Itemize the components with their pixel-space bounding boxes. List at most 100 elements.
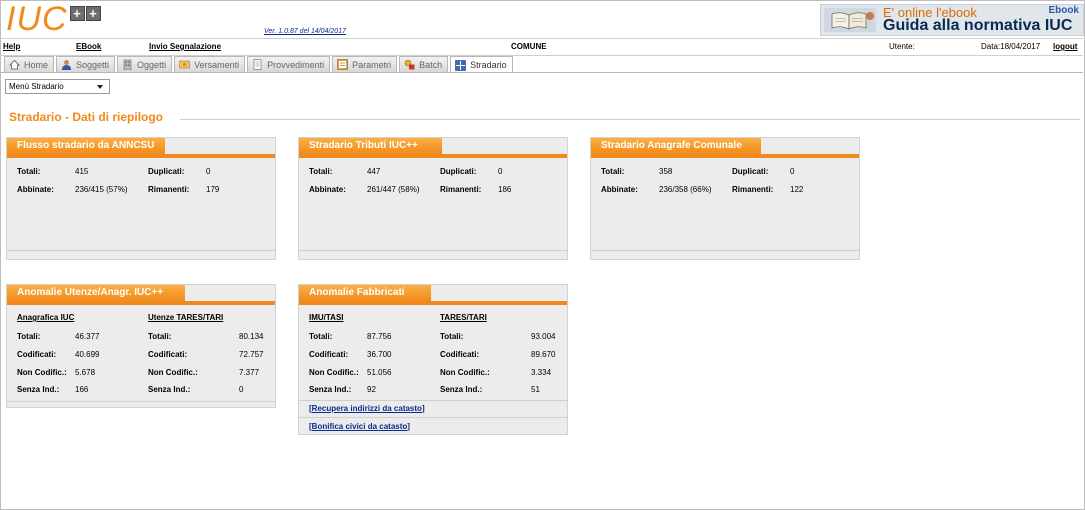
rimanenti-label: Rimanenti:	[148, 185, 190, 194]
tab-versamenti[interactable]: Versamenti	[174, 56, 246, 72]
ebook-banner[interactable]: E' online l'ebook Guida alla normativa I…	[820, 4, 1084, 36]
utente-label: Utente:	[889, 42, 915, 51]
row-label: Totali:	[17, 332, 41, 341]
ebook-banner-tag: Ebook	[1048, 5, 1079, 16]
map-icon	[455, 59, 466, 71]
panel-title: Stradario Anagrafe Comunale	[601, 140, 742, 151]
panel-footer-line	[7, 401, 275, 402]
tab-soggetti[interactable]: Soggetti	[56, 56, 116, 72]
top-menubar: Help EBook Invio Segnalazione COMUNE Ute…	[0, 38, 1083, 56]
tab-label: Provvedimenti	[267, 59, 325, 70]
panel-footer-line	[7, 250, 275, 251]
tab-label: Versamenti	[194, 59, 240, 70]
row-value: 36.700	[367, 350, 392, 359]
recupera-indirizzi-button[interactable]: [Recupera indirizzi da catasto]	[309, 404, 425, 413]
row-label: Codificati:	[440, 350, 480, 359]
tab-label: Batch	[419, 59, 443, 70]
duplicati-label: Duplicati:	[732, 167, 769, 176]
duplicati-value: 0	[498, 167, 503, 176]
column-header: IMU/TASI	[309, 313, 344, 322]
totali-label: Totali:	[17, 167, 41, 176]
row-label: Senza Ind.:	[309, 385, 352, 394]
main-tabs: Home Soggetti Oggetti Versamenti Provved…	[4, 56, 515, 73]
user-icon	[62, 60, 72, 70]
batch-icon	[404, 59, 415, 70]
row-value: 92	[367, 385, 376, 394]
invio-segnalazione-link[interactable]: Invio Segnalazione	[149, 42, 221, 51]
help-link[interactable]: Help	[3, 42, 20, 51]
totali-value: 415	[75, 167, 89, 176]
date-label: Data:18/04/2017	[981, 42, 1041, 51]
row-label: Non Codific.:	[17, 368, 67, 377]
row-label: Codificati:	[148, 350, 188, 359]
row-label: Senza Ind.:	[148, 385, 191, 394]
row-value: 166	[75, 385, 89, 394]
divider	[299, 417, 567, 418]
row-label: Senza Ind.:	[440, 385, 483, 394]
version-link[interactable]: Ver. 1.0.87 del 14/04/2017	[264, 28, 346, 35]
settings-icon	[337, 59, 348, 70]
panel-footer-line	[299, 250, 567, 251]
panel-footer-line	[591, 250, 859, 251]
ebook-link[interactable]: EBook	[76, 42, 101, 51]
rimanenti-label: Rimanenti:	[732, 185, 774, 194]
bonifica-civici-button[interactable]: [Bonifica civici da catasto]	[309, 422, 410, 431]
payment-icon	[179, 60, 190, 69]
tab-divider	[0, 72, 1083, 73]
column-header: Utenze TARES/TARI	[148, 313, 224, 322]
column-header: Anagrafica IUC	[17, 313, 75, 322]
page-title: Stradario - Dati di riepilogo	[9, 110, 164, 124]
duplicati-value: 0	[790, 167, 795, 176]
row-label: Non Codific.:	[148, 368, 198, 377]
tab-provvedimenti[interactable]: Provvedimenti	[247, 56, 331, 72]
tab-label: Stradario	[470, 60, 507, 70]
row-label: Non Codific.:	[309, 368, 359, 377]
tab-parametri[interactable]: Parametri	[332, 56, 398, 72]
building-icon	[123, 59, 132, 70]
recupera-indirizzi-label: Recupera indirizzi da catasto	[311, 404, 422, 413]
logo-plus-icon: + +	[69, 6, 102, 21]
column-header: TARES/TARI	[440, 313, 487, 322]
logout-link[interactable]: logout	[1053, 42, 1077, 51]
row-label: Codificati:	[17, 350, 57, 359]
bonifica-civici-label: Bonifica civici da catasto	[311, 422, 408, 431]
duplicati-value: 0	[206, 167, 211, 176]
totali-label: Totali:	[309, 167, 333, 176]
app-logo: IUC + +	[6, 1, 102, 37]
panel-title: Stradario Tributi IUC++	[309, 140, 418, 151]
row-value: 5.678	[75, 368, 96, 377]
tab-label: Oggetti	[137, 59, 167, 70]
row-value: 7.377	[239, 368, 260, 377]
row-value: 72.757	[239, 350, 264, 359]
comune-label: COMUNE	[511, 42, 547, 51]
menu-stradario-select[interactable]: Menù Stradario	[5, 79, 110, 94]
abbinate-label: Abbinate:	[17, 185, 54, 194]
divider	[299, 400, 567, 401]
row-value: 46.377	[75, 332, 100, 341]
totali-value: 447	[367, 167, 381, 176]
tab-label: Parametri	[352, 59, 392, 70]
tab-stradario[interactable]: Stradario	[450, 56, 513, 73]
row-value: 0	[239, 385, 244, 394]
row-label: Totali:	[309, 332, 333, 341]
tab-label: Home	[24, 59, 49, 70]
rimanenti-value: 186	[498, 185, 512, 194]
row-value: 93.004	[531, 332, 556, 341]
panel-anagrafe: Stradario Anagrafe Comunale Totali: 358 …	[590, 137, 860, 260]
ebook-banner-line2: Guida alla normativa IUC	[883, 17, 1073, 34]
row-value: 80.134	[239, 332, 264, 341]
tab-home[interactable]: Home	[4, 56, 55, 72]
home-icon	[9, 59, 20, 70]
panel-tributi: Stradario Tributi IUC++ Totali: 447 Dupl…	[298, 137, 568, 260]
row-value: 3.334	[531, 368, 552, 377]
row-label: Senza Ind.:	[17, 385, 60, 394]
row-value: 51	[531, 385, 540, 394]
abbinate-label: Abbinate:	[309, 185, 346, 194]
rimanenti-value: 122	[790, 185, 804, 194]
panel-anomalie-utenze: Anomalie Utenze/Anagr. IUC++ Anagrafica …	[6, 284, 276, 408]
row-label: Non Codific.:	[440, 368, 490, 377]
rimanenti-label: Rimanenti:	[440, 185, 482, 194]
panel-title: Anomalie Fabbricati	[309, 287, 405, 298]
tab-oggetti[interactable]: Oggetti	[117, 56, 173, 72]
tab-batch[interactable]: Batch	[399, 56, 449, 72]
